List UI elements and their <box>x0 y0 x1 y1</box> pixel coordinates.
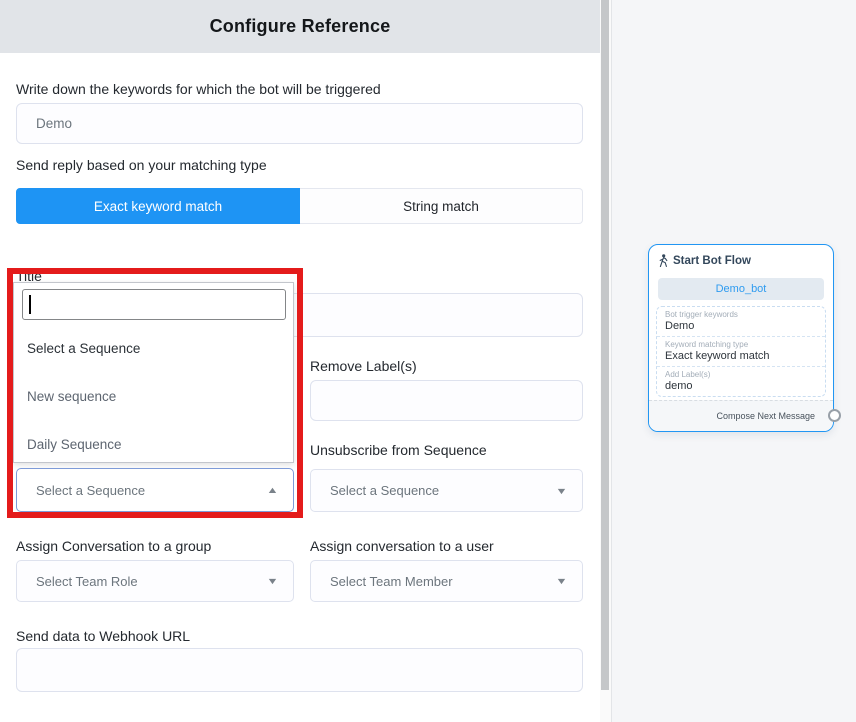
node-field-trigger-keywords: Bot trigger keywords Demo <box>657 307 825 337</box>
sequence-option-daily-sequence[interactable]: Daily Sequence <box>27 437 122 452</box>
flow-canvas: Start Bot Flow Demo_bot Bot trigger keyw… <box>611 0 856 722</box>
tab-string-match[interactable]: String match <box>300 188 583 224</box>
text-caret <box>29 295 31 314</box>
compose-next-message-label[interactable]: Compose Next Message <box>716 411 815 421</box>
remove-labels-label: Remove Label(s) <box>310 358 417 374</box>
assign-user-select[interactable]: Select Team Member ▼ <box>310 560 583 602</box>
vertical-scrollbar[interactable] <box>600 0 611 722</box>
node-header: Start Bot Flow <box>659 254 751 267</box>
tab-exact-keyword-match[interactable]: Exact keyword match <box>16 188 300 224</box>
assign-user-label: Assign conversation to a user <box>310 538 494 554</box>
node-footer: Compose Next Message <box>649 400 833 431</box>
matching-type-label: Send reply based on your matching type <box>16 157 267 173</box>
unsubscribe-select[interactable]: Select a Sequence ▼ <box>310 469 583 512</box>
matching-type-tabs: Exact keyword match String match <box>16 188 583 224</box>
chevron-down-icon: ▼ <box>555 576 567 586</box>
connector-handle[interactable] <box>828 409 841 422</box>
panel-header: Configure Reference <box>0 0 600 53</box>
node-title: Start Bot Flow <box>673 255 751 267</box>
keywords-label: Write down the keywords for which the bo… <box>16 81 381 97</box>
assign-group-label: Assign Conversation to a group <box>16 538 211 554</box>
node-field-matching-type: Keyword matching type Exact keyword matc… <box>657 337 825 367</box>
scrollbar-thumb[interactable] <box>601 0 609 690</box>
page-title: Configure Reference <box>210 16 391 37</box>
assign-group-select[interactable]: Select Team Role ▼ <box>16 560 294 602</box>
node-field-list: Bot trigger keywords Demo Keyword matchi… <box>656 306 826 397</box>
sequence-dropdown-panel: Select a Sequence New sequence Daily Seq… <box>13 282 294 463</box>
sequence-search-input[interactable] <box>22 289 286 320</box>
configure-panel: Configure Reference Write down the keywo… <box>0 0 600 722</box>
unsubscribe-label: Unsubscribe from Sequence <box>310 442 487 458</box>
chevron-down-icon: ▼ <box>555 486 567 496</box>
app-window: Configure Reference Write down the keywo… <box>0 0 856 722</box>
keywords-input[interactable]: Demo <box>16 103 583 144</box>
bot-name-button[interactable]: Demo_bot <box>658 278 824 300</box>
chevron-up-icon: ▲ <box>266 485 278 495</box>
subscribe-sequence-select[interactable]: Select a Sequence ▲ <box>16 468 294 512</box>
node-field-add-labels: Add Label(s) demo <box>657 367 825 396</box>
start-bot-flow-node[interactable]: Start Bot Flow Demo_bot Bot trigger keyw… <box>648 244 834 432</box>
walking-person-icon <box>659 254 668 267</box>
chevron-down-icon: ▼ <box>266 576 278 586</box>
sequence-option-select-a-sequence[interactable]: Select a Sequence <box>27 341 140 356</box>
webhook-input[interactable] <box>16 648 583 692</box>
sequence-option-new-sequence[interactable]: New sequence <box>27 389 116 404</box>
keywords-input-value: Demo <box>36 116 72 131</box>
webhook-label: Send data to Webhook URL <box>16 628 190 644</box>
remove-labels-input[interactable] <box>310 380 583 421</box>
